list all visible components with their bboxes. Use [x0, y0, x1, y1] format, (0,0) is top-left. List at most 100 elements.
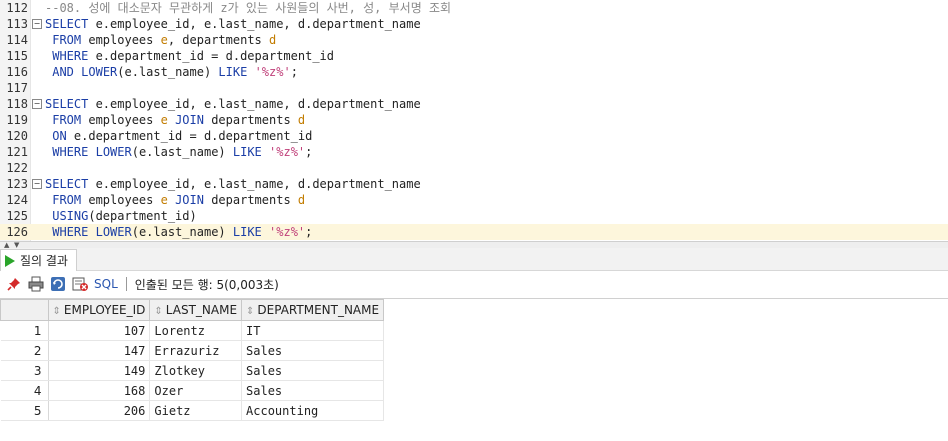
- table-row[interactable]: 1 107 Lorentz IT: [0, 320, 385, 341]
- employee-id-cell[interactable]: 149: [48, 360, 151, 381]
- code-token: e.employee_id, e.last_name, d.department…: [88, 97, 421, 111]
- code-token: '%z%': [254, 65, 291, 79]
- editor-line[interactable]: 115 WHERE e.department_id = d.department…: [0, 48, 948, 64]
- code-token: e.employee_id, e.last_name, d.department…: [88, 17, 421, 31]
- code-token: e: [160, 113, 168, 127]
- employee-id-cell[interactable]: 206: [48, 400, 151, 421]
- code-token: d: [297, 113, 306, 127]
- department-name-cell[interactable]: Sales: [241, 340, 385, 361]
- line-number: 121: [6, 145, 28, 159]
- result-table: ⇕ EMPLOYEE_ID ⇕ LAST_NAME ⇕ DEPARTMENT_NAME…: [0, 299, 385, 421]
- editor-line[interactable]: 121 WHERE LOWER(e.last_name) LIKE '%z%';: [0, 144, 948, 160]
- code-token: JOIN: [175, 113, 204, 127]
- editor-line[interactable]: 113− SELECT e.employee_id, e.last_name, d…: [0, 16, 948, 32]
- code-token: (e.last_name): [131, 225, 233, 239]
- code-token: ;: [305, 145, 313, 159]
- column-header-last-name[interactable]: ⇕ LAST_NAME: [149, 299, 243, 321]
- sort-icon: ⇕: [154, 306, 163, 317]
- row-number-cell[interactable]: 2: [0, 340, 49, 361]
- column-header-department-name[interactable]: ⇕ DEPARTMENT_NAME: [241, 299, 385, 321]
- line-number: 120: [6, 129, 28, 143]
- row-number-cell[interactable]: 5: [0, 400, 49, 421]
- code-text: FROM employees e, departments d: [45, 32, 276, 48]
- code-token: --08. 성에 대소문자 무관하게 z가 있는 사원들의 사번, 성, 부서명…: [45, 1, 452, 15]
- export-icon[interactable]: [72, 276, 88, 292]
- code-token: e.employee_id, e.last_name, d.department…: [88, 177, 421, 191]
- code-token: d: [297, 193, 306, 207]
- last-name-cell[interactable]: Gietz: [149, 400, 243, 421]
- table-row[interactable]: 2 147 Errazuriz Sales: [0, 340, 385, 361]
- code-text: SELECT e.employee_id, e.last_name, d.dep…: [45, 16, 421, 32]
- editor-line[interactable]: 122: [0, 160, 948, 176]
- fold-toggle-icon[interactable]: −: [32, 99, 42, 109]
- employee-id-cell[interactable]: 107: [48, 320, 151, 341]
- editor-line[interactable]: 123− SELECT e.employee_id, e.last_name, d…: [0, 176, 948, 192]
- editor-line[interactable]: 119 FROM employees e JOIN departments d: [0, 112, 948, 128]
- editor-line[interactable]: 120 ON e.department_id = d.department_id: [0, 128, 948, 144]
- employee-id-cell[interactable]: 147: [48, 340, 151, 361]
- editor-line[interactable]: 116 AND LOWER(e.last_name) LIKE '%z%';: [0, 64, 948, 80]
- editor-line[interactable]: 118− SELECT e.employee_id, e.last_name, d…: [0, 96, 948, 112]
- code-token: e: [160, 33, 168, 47]
- code-token: LIKE: [232, 145, 262, 159]
- editor-line[interactable]: 125 USING(department_id): [0, 208, 948, 224]
- table-row[interactable]: 5 206 Gietz Accounting: [0, 400, 385, 421]
- sql-link[interactable]: SQL: [94, 277, 118, 291]
- fold-toggle-icon[interactable]: −: [32, 179, 42, 189]
- code-text: SELECT e.employee_id, e.last_name, d.dep…: [45, 96, 421, 112]
- sql-editor[interactable]: 112 --08. 성에 대소문자 무관하게 z가 있는 사원들의 사번, 성, …: [0, 0, 948, 241]
- line-number: 113: [6, 17, 28, 31]
- editor-line[interactable]: 126 WHERE LOWER(e.last_name) LIKE '%z%';: [0, 224, 948, 240]
- result-tab-bar: 질의 결과: [0, 248, 948, 271]
- code-text: FROM employees e JOIN departments d: [45, 192, 305, 208]
- refresh-icon[interactable]: [50, 276, 66, 292]
- department-name-cell[interactable]: IT: [241, 320, 385, 341]
- code-text: ON e.department_id = d.department_id: [45, 128, 312, 144]
- code-token: employees: [81, 33, 161, 47]
- last-name-cell[interactable]: Zlotkey: [149, 360, 243, 381]
- fold-toggle-icon[interactable]: −: [32, 19, 42, 29]
- code-token: FROM: [45, 33, 82, 47]
- table-row[interactable]: 3 149 Zlotkey Sales: [0, 360, 385, 381]
- fetch-status: 인출된 모든 행: 5(0,003초): [134, 277, 279, 292]
- row-number-cell[interactable]: 1: [0, 320, 49, 341]
- editor-line[interactable]: 117: [0, 80, 948, 96]
- department-name-cell[interactable]: Accounting: [241, 400, 385, 421]
- result-grid[interactable]: ⇕ EMPLOYEE_ID ⇕ LAST_NAME ⇕ DEPARTMENT_NAME…: [0, 298, 948, 441]
- line-number: 126: [6, 225, 28, 239]
- tab-query-result[interactable]: 질의 결과: [0, 249, 77, 271]
- last-name-cell[interactable]: Lorentz: [149, 320, 243, 341]
- column-header-employee-id[interactable]: ⇕ EMPLOYEE_ID: [47, 299, 151, 321]
- editor-line[interactable]: 112 --08. 성에 대소문자 무관하게 z가 있는 사원들의 사번, 성, …: [0, 0, 948, 16]
- department-name-cell[interactable]: Sales: [241, 360, 385, 381]
- line-number: 116: [6, 65, 28, 79]
- row-number-cell[interactable]: 4: [0, 380, 49, 401]
- employee-id-cell[interactable]: 168: [48, 380, 151, 401]
- last-name-cell[interactable]: Ozer: [149, 380, 243, 401]
- code-token: employees: [81, 113, 161, 127]
- line-number: 112: [6, 1, 28, 15]
- code-token: (e.last_name): [117, 65, 219, 79]
- pin-icon[interactable]: [6, 276, 22, 292]
- table-row[interactable]: 4 168 Ozer Sales: [0, 380, 385, 401]
- code-token: '%z%': [269, 145, 306, 159]
- department-name-cell[interactable]: Sales: [241, 380, 385, 401]
- sort-icon: ⇕: [52, 306, 61, 317]
- row-number-cell[interactable]: 3: [0, 360, 49, 381]
- print-icon[interactable]: [28, 276, 44, 292]
- code-token: '%z%': [269, 225, 306, 239]
- code-token: ;: [290, 65, 298, 79]
- editor-line[interactable]: 124 FROM employees e JOIN departments d: [0, 192, 948, 208]
- editor-line[interactable]: 114 FROM employees e, departments d: [0, 32, 948, 48]
- code-token: FROM: [45, 113, 82, 127]
- last-name-cell[interactable]: Errazuriz: [149, 340, 243, 361]
- line-number: 123: [6, 177, 28, 191]
- line-number: 119: [6, 113, 28, 127]
- code-text: --08. 성에 대소문자 무관하게 z가 있는 사원들의 사번, 성, 부서명…: [45, 0, 451, 16]
- run-icon: [5, 254, 15, 267]
